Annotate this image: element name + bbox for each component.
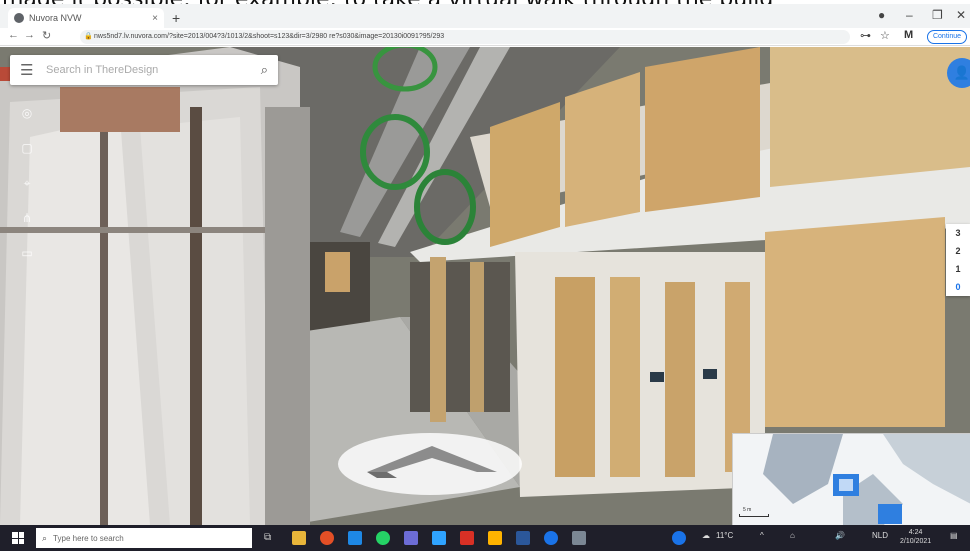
layers-icon[interactable]: ◎ xyxy=(17,103,37,123)
new-tab-button[interactable]: + xyxy=(172,10,180,26)
file-explorer-icon[interactable] xyxy=(292,531,306,545)
search-icon: ⌕ xyxy=(42,532,48,543)
url-field[interactable]: 🔒 nws5nd7.lv.nuvora.com/?site=2013/004?3… xyxy=(80,30,850,44)
tray-chevron-icon[interactable]: ^ xyxy=(760,531,764,540)
clock-time: 4:24 xyxy=(908,529,923,536)
scale-bar xyxy=(739,514,769,517)
forward-arrow-icon[interactable] xyxy=(337,432,523,496)
language-indicator[interactable]: NLD xyxy=(872,531,888,540)
floor-button[interactable]: 1 xyxy=(946,260,970,278)
notes-icon[interactable] xyxy=(488,531,502,545)
continue-button[interactable]: Continue xyxy=(927,30,967,44)
lock-icon: 🔒 xyxy=(84,33,93,40)
store-icon[interactable] xyxy=(432,531,446,545)
key-icon[interactable]: ⊶ xyxy=(860,29,871,42)
restore-button[interactable]: ❐ xyxy=(932,8,943,22)
edge-icon[interactable] xyxy=(348,531,362,545)
chrome-icon[interactable] xyxy=(320,531,334,545)
pdf-reader-icon[interactable] xyxy=(460,531,474,545)
hamburger-icon[interactable]: ☰ xyxy=(20,61,46,79)
screen: made it possible: for example: to take a… xyxy=(0,0,970,551)
minimize-button[interactable]: – xyxy=(906,8,913,22)
floor-button[interactable]: 2 xyxy=(946,242,970,260)
taskbar-search: ⌕ xyxy=(36,528,252,548)
app-icon[interactable] xyxy=(572,531,586,545)
search-input[interactable] xyxy=(46,64,261,76)
clock[interactable]: 4:24 2/10/2021 xyxy=(900,528,931,546)
share-icon[interactable]: ⋔ xyxy=(17,208,37,228)
floor-selector: 3 2 1 0 xyxy=(946,224,970,296)
taskbar-search-input[interactable] xyxy=(53,533,246,543)
network-icon[interactable]: ⌂ xyxy=(790,531,795,540)
scale-label: 5 m xyxy=(743,507,752,513)
search-icon[interactable]: ⌕ xyxy=(261,62,268,78)
teams-icon[interactable] xyxy=(404,531,418,545)
search-bar: ☰ ⌕ xyxy=(10,55,278,85)
minimap[interactable]: 5 m xyxy=(732,433,970,525)
word-icon[interactable] xyxy=(516,531,530,545)
windows-taskbar: ⌕ ⧉ ☁ 11°C ^ ⌂ 🔊 NLD 4:24 2/10/2021 ▤ xyxy=(0,525,970,551)
volume-icon[interactable]: 🔊 xyxy=(835,531,845,540)
location-pin-icon[interactable]: ⌖ xyxy=(17,173,37,193)
close-window-button[interactable]: ✕ xyxy=(956,8,966,22)
minimap-floorplan xyxy=(763,434,970,525)
app-icon[interactable] xyxy=(672,531,686,545)
url-text: nws5nd7.lv.nuvora.com/?site=2013/004?3/1… xyxy=(94,33,445,40)
browser-tab[interactable]: Nuvora NVW × xyxy=(8,8,164,28)
star-icon[interactable]: ☆ xyxy=(880,29,890,42)
close-tab-icon[interactable]: × xyxy=(152,13,158,24)
floor-button-active[interactable]: 0 xyxy=(946,278,970,296)
weather-temp: 11°C xyxy=(716,531,734,540)
forward-icon[interactable]: → xyxy=(24,29,35,41)
weather-icon[interactable]: ☁ xyxy=(702,531,710,540)
measure-icon[interactable]: ▭ xyxy=(17,243,37,263)
tab-title: Nuvora NVW xyxy=(29,13,82,23)
windows-start-icon[interactable] xyxy=(12,532,24,544)
address-bar-row: ← → ↻ 🔒 nws5nd7.lv.nuvora.com/?site=2013… xyxy=(0,28,970,46)
reload-icon[interactable]: ↻ xyxy=(42,29,51,42)
extension-m-icon[interactable]: M xyxy=(904,29,913,41)
clock-date: 2/10/2021 xyxy=(900,538,932,545)
app-icon[interactable] xyxy=(544,531,558,545)
profile-dot-icon[interactable]: ● xyxy=(878,8,885,22)
task-view-icon[interactable]: ⧉ xyxy=(264,531,278,545)
floor-button[interactable]: 3 xyxy=(946,224,970,242)
floorplan-icon[interactable]: ▢ xyxy=(17,138,37,158)
tab-bar: Nuvora NVW × + ● – ❐ ✕ xyxy=(0,4,970,28)
left-toolbar: ◎ ▢ ⌖ ⋔ ▭ xyxy=(17,103,37,278)
user-icon[interactable]: 👤 xyxy=(947,58,970,88)
whatsapp-icon[interactable] xyxy=(376,531,390,545)
panorama-viewer[interactable]: ☰ ⌕ ◎ ▢ ⌖ ⋔ ▭ 👤 3 2 1 0 xyxy=(0,47,970,525)
favicon-icon xyxy=(14,13,24,23)
back-icon[interactable]: ← xyxy=(8,29,19,41)
notifications-icon[interactable]: ▤ xyxy=(950,531,958,540)
